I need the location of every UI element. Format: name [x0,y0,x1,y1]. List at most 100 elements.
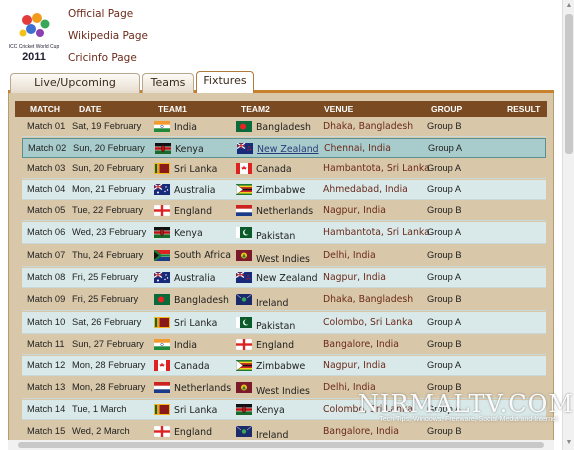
svg-text:2011: 2011 [22,51,46,63]
team2-cell: Bangladesh [256,122,311,133]
venue-cell: Hambantota, Sri Lanka [323,227,430,238]
match-cell: Match 03 [27,163,66,173]
vertical-scroll-thumb[interactable] [565,14,573,154]
column-header-venue[interactable]: VENUE [324,101,353,117]
table-header: MATCH DATE TEAM1 TEAM2 VENUE GROUP RESUL… [15,101,547,117]
england-flag-icon [154,426,170,437]
scroll-down-arrow-icon[interactable]: ▼ [563,438,574,448]
fixture-row[interactable]: Match 09 Fri, 25 February Bangladesh Irelan… [22,289,546,311]
fixture-row[interactable]: Match 03 Sun, 20 February Sri Lanka Canada H… [22,159,546,179]
team1-cell: Kenya [175,144,204,155]
horizontal-scroll-thumb[interactable] [18,442,544,448]
west-indies-flag-icon [236,250,252,261]
app-header: ICC Cricket World Cup 2011 Official Page… [0,0,562,72]
venue-cell: Bangalore, India [323,426,399,437]
svg-text:ICC Cricket World Cup: ICC Cricket World Cup [9,44,60,50]
venue-cell: Colombo, Sri Lanka [323,404,413,415]
canada-flag-icon [236,163,252,174]
column-header-match[interactable]: MATCH [30,101,60,117]
date-cell: Mon, 28 February [72,360,146,370]
team1-cell: Canada [174,361,210,372]
bangladesh-flag-icon [154,294,170,305]
tab-teams[interactable]: Teams [142,73,194,93]
sri-lanka-flag-icon [154,163,170,174]
team1-cell: Australia [174,273,216,284]
venue-cell: Bangalore, India [323,339,399,350]
match-cell: Match 09 [27,294,66,304]
fixtures-table: Match 01 Sat, 19 February India Bangladesh D… [22,117,546,450]
team2-cell: Canada [256,164,292,175]
team1-cell: South Africa [174,250,231,261]
venue-cell: Dhaka, Bangladesh [323,121,414,132]
world-cup-logo: ICC Cricket World Cup 2011 [7,6,61,64]
group-cell: Group B [427,426,462,436]
group-cell: Group B [427,250,462,260]
date-cell: Tue, 22 February [72,205,143,215]
team2-cell: West Indies [256,386,310,397]
match-cell: Match 08 [27,272,66,282]
netherlands-flag-icon [236,205,252,216]
match-cell: Match 05 [27,205,66,215]
fixture-row[interactable]: Match 04 Mon, 21 February Australia Zimbabw… [22,180,546,200]
column-header-result[interactable]: RESULT [507,101,540,117]
date-cell: Fri, 25 February [72,272,139,282]
fixture-row[interactable]: Match 11 Sun, 27 February India England Bang… [22,335,546,355]
venue-cell: Delhi, India [323,250,376,261]
bangladesh-flag-icon [236,121,252,132]
horizontal-scrollbar[interactable] [8,440,554,450]
group-cell: Group A [427,184,462,194]
zimbabwe-flag-icon [236,360,252,371]
team1-cell: England [174,427,213,438]
cricinfo-page-link[interactable]: Cricinfo Page [68,51,148,73]
group-cell: Group A [427,404,462,414]
fixture-row[interactable]: Match 06 Wed, 23 February Kenya Pakistan Ham… [22,222,546,244]
column-header-team2[interactable]: TEAM2 [241,101,270,117]
column-header-group[interactable]: GROUP [431,101,462,117]
fixture-row[interactable]: Match 10 Sat, 26 February Sri Lanka Pakista… [22,312,546,334]
pakistan-flag-icon [236,317,252,328]
date-cell: Wed, 2 March [72,426,130,436]
wikipedia-page-link[interactable]: Wikipedia Page [68,29,148,51]
tab-live-upcoming[interactable]: Live/Upcoming Matches [10,73,140,107]
column-header-date[interactable]: DATE [79,101,102,117]
official-page-link[interactable]: Official Page [68,7,148,29]
fixture-row[interactable]: Match 14 Tue, 1 March Sri Lanka Kenya Colomb… [22,400,546,420]
team2-cell: Netherlands [256,206,314,217]
fixture-row[interactable]: Match 08 Fri, 25 February Australia New Zea… [22,268,546,288]
date-cell: Mon, 28 February [72,382,146,392]
team1-cell: Kenya [174,228,203,239]
england-flag-icon [236,339,252,350]
scroll-up-arrow-icon[interactable]: ▲ [563,1,574,11]
team1-cell: Sri Lanka [174,164,218,175]
column-header-team1[interactable]: TEAM1 [158,101,187,117]
match-cell: Match 01 [27,121,66,131]
venue-cell: Nagpur, India [323,205,386,216]
group-cell: Group B [427,294,462,304]
venue-cell: Delhi, India [323,382,376,393]
date-cell: Thu, 24 February [72,250,144,260]
fixture-row[interactable]: Match 01 Sat, 19 February India Bangladesh D… [22,117,546,137]
date-cell: Wed, 23 February [72,227,147,237]
kenya-flag-icon [154,227,170,238]
match-cell: Match 15 [27,426,66,436]
venue-cell: Chennai, India [324,143,391,154]
west-indies-flag-icon [236,382,252,393]
team1-cell: Australia [174,185,216,196]
tab-fixtures[interactable]: Fixtures [196,71,254,93]
fixture-row[interactable]: Match 02 Sun, 20 February Kenya New Zealand… [22,138,546,158]
team2-cell: Pakistan [256,321,296,332]
date-cell: Sun, 20 February [72,163,144,173]
team1-cell: Bangladesh [174,295,229,306]
venue-cell: Hambantota, Sri Lanka [323,163,430,174]
fixture-row[interactable]: Match 05 Tue, 22 February England Netherlan… [22,201,546,221]
vertical-scrollbar[interactable]: ▲ ▼ [562,0,574,450]
date-cell: Tue, 1 March [72,404,127,414]
match-cell: Match 06 [27,227,66,237]
fixture-row[interactable]: Match 07 Thu, 24 February South Africa West… [22,245,546,267]
group-cell: Group A [427,360,462,370]
fixture-row[interactable]: Match 13 Mon, 28 February Netherlands West … [22,377,546,399]
venue-cell: Nagpur, India [323,272,386,283]
resource-links: Official Page Wikipedia Page Cricinfo Pa… [68,7,148,73]
fixture-row[interactable]: Match 12 Mon, 28 February Canada Zimbabwe Na… [22,356,546,376]
new-zealand-flag-icon [236,272,252,283]
